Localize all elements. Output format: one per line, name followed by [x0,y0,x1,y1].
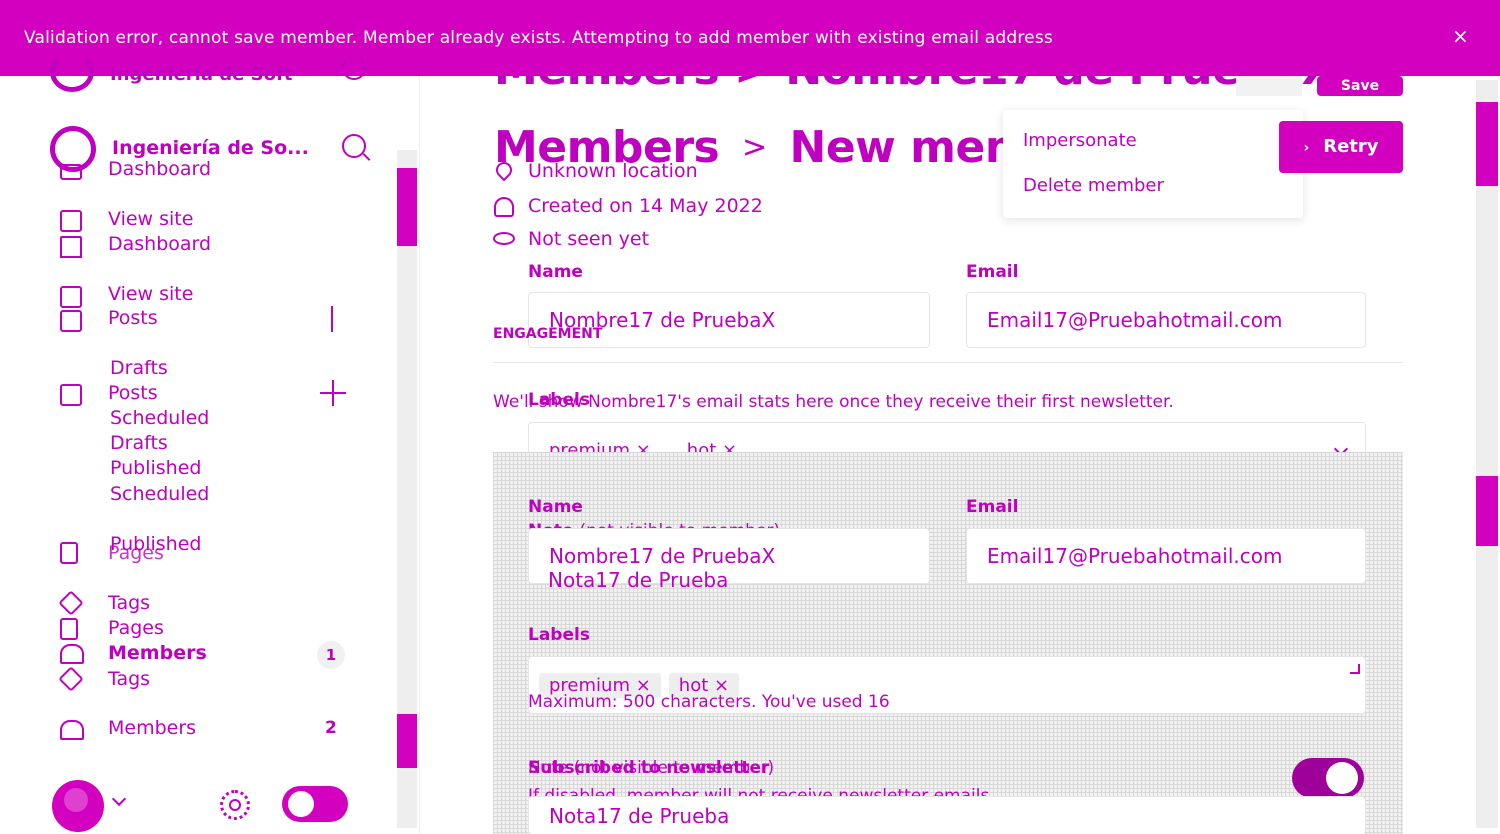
edit-icon [60,384,82,406]
subscribed-label: Subscribed to newsletter [528,758,770,778]
labels-label: Labels [528,625,590,645]
breadcrumb-separator: > [742,130,767,165]
sidebar-scrollbar-thumb[interactable] [397,168,417,246]
eye-icon [493,232,515,245]
newsletter-subscribed-toggle-knob [1326,762,1358,794]
site-name-ghost: Ingeniería de Soft [110,64,293,85]
sidebar-item-view-site[interactable]: View site [108,208,193,230]
sidebar-scrollbar-thumb-ghost [397,714,417,768]
members-count-badge: 2 [325,718,337,738]
members-icon [60,720,84,740]
member-created-date: Created on 14 May 2022 [528,195,763,217]
sidebar-item-members-ghost: Members [108,642,207,664]
note-value-overlay: Nota17 de Prueba [548,568,729,592]
home-icon [60,164,82,180]
user-add-icon [494,197,514,217]
night-mode-toggle-knob [288,791,314,817]
resize-handle-icon[interactable] [1350,664,1360,674]
main-scrollbar[interactable] [1476,80,1498,828]
sidebar-item-drafts-ghost: Drafts [110,357,168,379]
sidebar-item-published-ghost: Published [110,457,202,479]
sidebar-item-view-site-ghost: View site [108,283,194,305]
sidebar-item-drafts[interactable]: Drafts [110,432,168,454]
main-scrollbar-thumb-ghost [1476,476,1498,546]
engagement-heading: ENGAGEMENT [493,326,603,342]
add-post-icon-ghost [331,306,333,332]
site-name: Ingeniería de So... [112,137,309,159]
note-textarea[interactable]: Nota17 de Prueba [528,796,1366,834]
name-label-ghost: Name [528,262,583,282]
sidebar-item-dashboard[interactable]: Dashboard [108,233,211,255]
avatar [64,788,88,812]
page-icon [60,618,78,640]
save-button-ghost: Save [1317,76,1403,96]
sidebar-item-posts-ghost: Posts [108,307,158,329]
sidebar-item-posts[interactable]: Posts [108,382,158,404]
sidebar-item-scheduled-ghost: Scheduled [110,407,210,429]
page-icon [60,542,78,564]
sidebar-item-tags-ghost: Tags [108,592,151,614]
view-site-icon [60,210,82,232]
delete-member-menu-item[interactable]: Delete member [1023,175,1164,196]
sidebar-item-dashboard-ghost: Dashboard [108,158,212,180]
email-label: Email [966,497,1019,517]
search-icon[interactable] [342,56,366,80]
member-location: Unknown location [528,160,698,182]
view-site-icon [60,286,82,308]
site-logo-ghost [50,52,94,92]
labels-label-ghost: Labels [528,390,590,410]
close-icon[interactable]: × [1452,24,1469,48]
edit-icon [60,310,82,332]
divider [493,362,1403,363]
actions-dropdown [1003,110,1303,218]
sidebar-item-pages[interactable]: Pages [108,617,164,639]
chevron-icon: › [1303,140,1310,156]
engagement-message: We'll show Nombre17's email stats here o… [493,392,1174,412]
email-label-ghost: Email [966,262,1019,282]
retry-button[interactable]: › Retry [1279,121,1403,173]
sidebar-item-scheduled[interactable]: Scheduled [110,483,209,505]
sidebar-item-pages-ghost: Pages [108,542,164,564]
email-input-ghost: Email17@Pruebahotmail.com [966,292,1366,348]
add-post-icon[interactable] [320,380,346,406]
member-last-seen: Not seen yet [528,228,650,250]
sidebar [0,76,420,834]
members-icon [60,644,84,664]
retry-button-label: Retry [1323,136,1379,157]
settings-icon-ghost [1236,76,1302,96]
error-banner-message: Validation error, cannot save member. Me… [24,28,1053,48]
sidebar-item-tags[interactable]: Tags [108,668,150,690]
impersonate-menu-item[interactable]: Impersonate [1023,130,1137,151]
main-scrollbar-thumb[interactable] [1476,102,1498,186]
gear-icon-center [229,799,241,811]
home-icon [60,236,82,258]
name-label: Name [528,497,583,517]
email-input[interactable]: Email17@Pruebahotmail.com [966,528,1366,584]
sidebar-item-members[interactable]: Members [108,717,196,739]
members-count-badge-ghost: 1 [317,641,345,669]
note-character-count: Maximum: 500 characters. You've used 16 [528,692,890,712]
